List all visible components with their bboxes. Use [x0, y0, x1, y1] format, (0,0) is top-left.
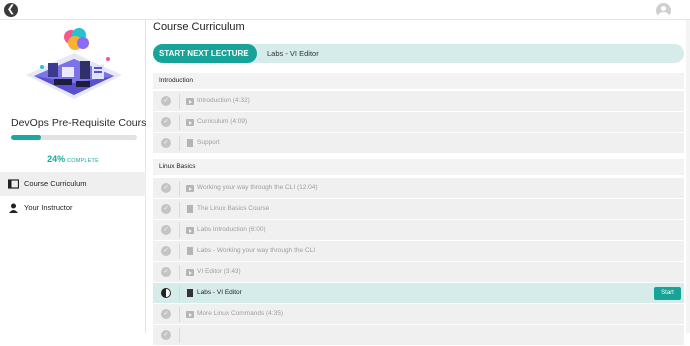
- video-icon: [186, 119, 194, 126]
- video-icon: [186, 269, 194, 276]
- video-icon: [186, 98, 194, 105]
- check-icon: ✓: [161, 309, 171, 319]
- top-bar: ❮: [0, 0, 690, 20]
- in-progress-icon: [161, 288, 171, 298]
- lecture-row[interactable]: ✓ Working your way through the CLI (12:0…: [153, 178, 684, 199]
- start-next-lecture-label: START NEXT LECTURE: [159, 49, 249, 58]
- lecture-title: VI Editor (3:43): [197, 268, 241, 275]
- sidebar-item-course-curriculum[interactable]: Course Curriculum: [0, 172, 146, 196]
- document-icon: [187, 205, 193, 213]
- progress-bar: [11, 135, 137, 140]
- lecture-title: Introduction (4:32): [197, 97, 250, 104]
- check-icon: ✓: [161, 117, 171, 127]
- lecture-row[interactable]: ✓ Support: [153, 133, 684, 154]
- sidebar-item-label: Course Curriculum: [24, 179, 87, 188]
- lecture-row[interactable]: ✓ VI Editor (3:43): [153, 262, 684, 283]
- document-icon: [187, 247, 193, 255]
- lecture-row[interactable]: ✓ More Linux Commands (4:35): [153, 304, 684, 325]
- lecture-row[interactable]: ✓ Curriculum (4:09): [153, 112, 684, 133]
- lecture-row[interactable]: ✓ Labs - Working your way through the CL…: [153, 241, 684, 262]
- check-icon: ✓: [161, 96, 171, 106]
- progress-fill: [11, 135, 42, 140]
- lecture-row[interactable]: ✓: [153, 325, 684, 346]
- sidebar: DevOps Pre-Requisite Course 24% COMPLETE …: [0, 20, 152, 333]
- check-icon: ✓: [161, 225, 171, 235]
- back-arrow-icon[interactable]: ❮: [4, 3, 18, 17]
- lecture-title: Curriculum (4:09): [197, 118, 248, 125]
- next-lecture-name: Labs - VI Editor: [267, 49, 319, 58]
- lecture-title: Labs - Working your way through the CLI: [197, 247, 316, 254]
- check-icon: ✓: [161, 246, 171, 256]
- chevron-right-icon: ›: [245, 50, 248, 57]
- video-icon: [186, 311, 194, 318]
- document-icon: [187, 289, 193, 297]
- course-title: DevOps Pre-Requisite Course: [11, 117, 153, 129]
- sidebar-item-label: Your Instructor: [24, 203, 73, 212]
- lecture-title: Labs - VI Editor: [197, 289, 242, 296]
- sidebar-item-your-instructor[interactable]: Your Instructor: [0, 196, 146, 220]
- progress-percent: 24%: [47, 154, 66, 164]
- start-next-lecture-button[interactable]: START NEXT LECTURE ›: [153, 44, 257, 63]
- start-lecture-button[interactable]: Start: [654, 287, 681, 300]
- check-icon: ✓: [161, 267, 171, 277]
- check-icon: ✓: [161, 204, 171, 214]
- video-icon: [186, 185, 194, 192]
- check-icon: ✓: [161, 330, 171, 340]
- section-title: Introduction: [159, 77, 193, 84]
- lecture-row[interactable]: ✓ Labs Introduction (6:00): [153, 220, 684, 241]
- course-illustration: [26, 28, 122, 99]
- section-header-linux-basics: Linux Basics: [153, 159, 684, 175]
- lecture-row-current[interactable]: Labs - VI Editor Start: [153, 283, 684, 304]
- lecture-row[interactable]: ✓ Introduction (4:32): [153, 91, 684, 112]
- lecture-title: Working your way through the CLI (12:04): [197, 184, 318, 191]
- book-icon: [7, 179, 20, 189]
- section-title: Linux Basics: [159, 163, 196, 170]
- lecture-title: Labs Introduction (6:00): [197, 226, 266, 233]
- lecture-title: Support: [197, 139, 220, 146]
- lecture-title: The Linux Basics Course: [197, 205, 270, 212]
- user-avatar-icon[interactable]: [656, 3, 671, 18]
- lecture-row[interactable]: ✓ The Linux Basics Course: [153, 199, 684, 220]
- curriculum-panel: Course Curriculum START NEXT LECTURE › L…: [146, 20, 690, 346]
- lecture-title: More Linux Commands (4:35): [197, 310, 283, 317]
- section-header-introduction: Introduction: [153, 73, 684, 89]
- progress-label: COMPLETE: [67, 158, 99, 164]
- person-icon: [8, 203, 19, 213]
- page-title: Course Curriculum: [153, 21, 245, 33]
- check-icon: ✓: [161, 183, 171, 193]
- check-icon: ✓: [161, 138, 171, 148]
- video-icon: [186, 227, 194, 234]
- progress-status: 24% COMPLETE: [0, 149, 146, 167]
- next-lecture-bar: START NEXT LECTURE › Labs - VI Editor: [153, 44, 684, 63]
- document-icon: [187, 139, 193, 147]
- scrollbar[interactable]: [686, 20, 690, 333]
